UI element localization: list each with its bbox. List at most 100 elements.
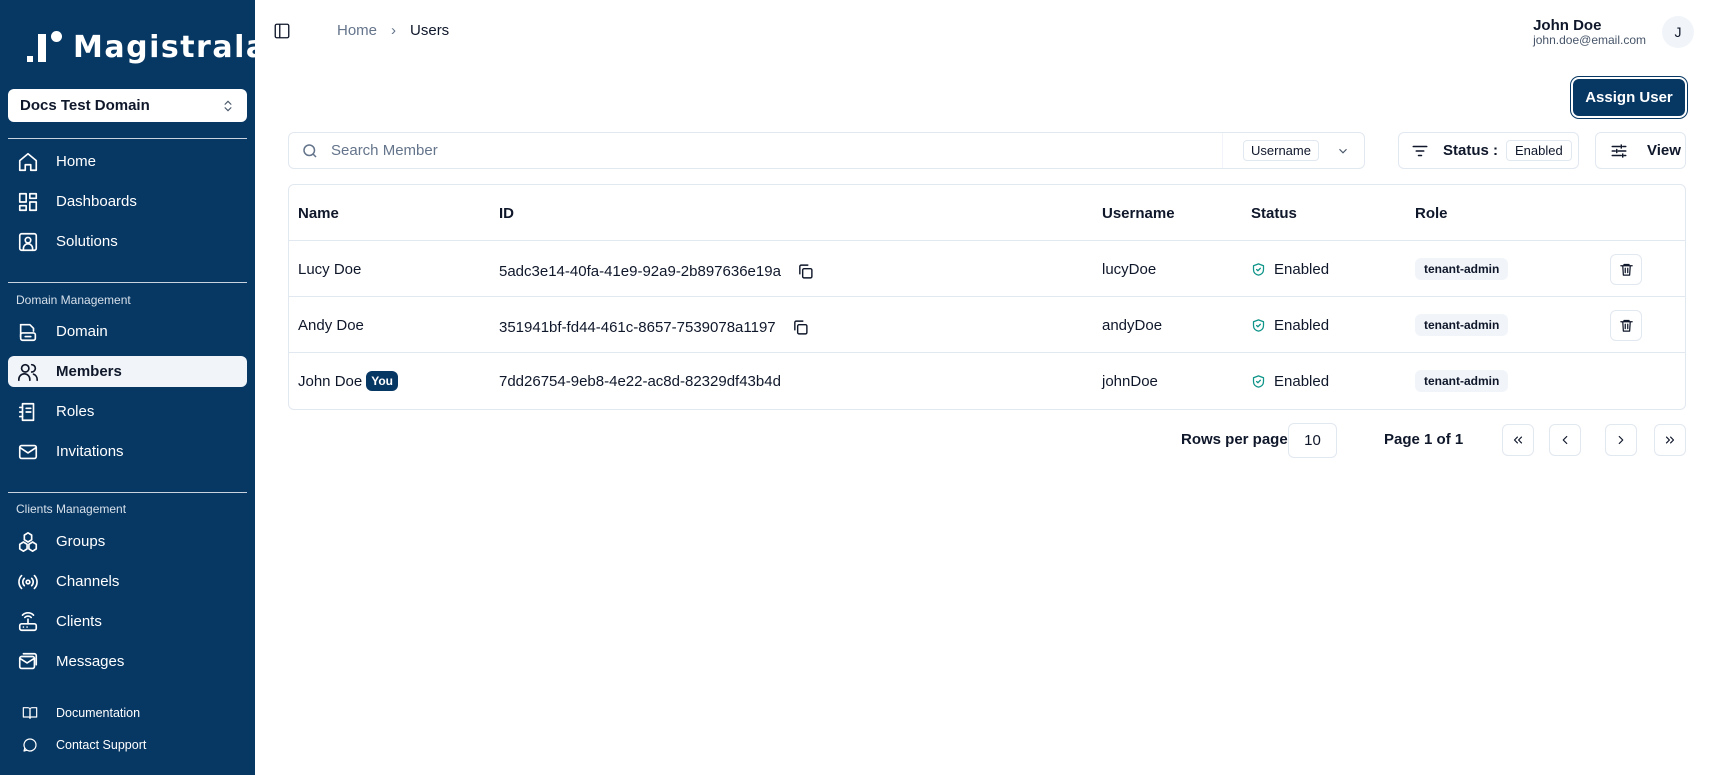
documentation-link[interactable]: Documentation bbox=[22, 705, 140, 721]
copy-icon[interactable] bbox=[797, 263, 814, 280]
sidebar-item-label: Groups bbox=[56, 533, 106, 550]
sidebar-item-clients[interactable]: Clients bbox=[8, 606, 247, 637]
groups-icon bbox=[18, 531, 38, 552]
search-field-select[interactable]: Username bbox=[1222, 133, 1364, 168]
book-icon bbox=[22, 707, 38, 719]
sidebar-divider bbox=[8, 282, 247, 283]
column-header-role[interactable]: Role bbox=[1415, 185, 1448, 241]
sidebar-item-label: Members bbox=[56, 363, 122, 380]
sidebar-item-domain[interactable]: Domain bbox=[8, 316, 247, 347]
rows-per-page-select[interactable]: 10 bbox=[1288, 423, 1337, 458]
page-indicator: Page 1 of 1 bbox=[1384, 431, 1464, 448]
sidebar-item-roles[interactable]: Roles bbox=[8, 396, 247, 427]
trash-icon bbox=[1619, 319, 1633, 332]
sidebar-item-label: Clients bbox=[56, 613, 102, 630]
sidebar-item-channels[interactable]: Channels bbox=[8, 566, 247, 597]
mail-icon bbox=[18, 444, 38, 459]
sidebar-item-label: Domain bbox=[56, 323, 108, 340]
status-text: Enabled bbox=[1274, 372, 1330, 390]
member-username: andyDoe bbox=[1102, 316, 1163, 334]
breadcrumb-separator-icon: › bbox=[391, 22, 397, 39]
table-row[interactable]: Andy Doe 351941bf-fd44-461c-8657-7539078… bbox=[289, 297, 1685, 353]
sidebar-divider bbox=[8, 138, 247, 139]
sidebar-item-groups[interactable]: Groups bbox=[8, 526, 247, 557]
shield-check-icon bbox=[1252, 318, 1265, 332]
sidebar-item-solutions[interactable]: Solutions bbox=[8, 226, 247, 257]
domain-selector-value: Docs Test Domain bbox=[20, 97, 150, 114]
member-name: Andy Doe bbox=[298, 316, 364, 334]
sidebar-toggle-button[interactable] bbox=[273, 22, 291, 40]
breadcrumb: Home › Users bbox=[337, 22, 449, 39]
previous-page-button[interactable] bbox=[1549, 424, 1581, 456]
rows-per-page-label: Rows per page bbox=[1181, 431, 1288, 448]
search-input[interactable] bbox=[331, 142, 1211, 159]
column-header-status[interactable]: Status bbox=[1251, 185, 1297, 241]
member-id: 5adc3e14-40fa-41e9-92a9-2b897636e19a bbox=[499, 262, 781, 280]
search-bar: Username bbox=[288, 132, 1365, 169]
member-name: John Doe bbox=[298, 372, 363, 390]
roles-icon bbox=[18, 402, 35, 421]
last-page-button[interactable] bbox=[1654, 424, 1686, 456]
user-menu-info[interactable]: John Doe john.doe@email.com bbox=[1533, 17, 1646, 46]
assign-user-button[interactable]: Assign User bbox=[1573, 79, 1685, 116]
status-filter-value: Enabled bbox=[1506, 140, 1572, 161]
contact-support-link[interactable]: Contact Support bbox=[22, 737, 146, 753]
sidebar-item-messages[interactable]: Messages bbox=[8, 646, 247, 677]
shield-check-icon bbox=[1252, 262, 1265, 276]
solutions-icon bbox=[18, 232, 38, 251]
delete-member-button[interactable] bbox=[1610, 253, 1642, 285]
sidebar-item-members[interactable]: Members bbox=[8, 356, 247, 387]
logo-mark-icon bbox=[27, 30, 67, 64]
first-page-button[interactable] bbox=[1502, 424, 1534, 456]
search-icon bbox=[301, 142, 319, 160]
app-name: Magistrala bbox=[73, 29, 268, 65]
sidebar-item-invitations[interactable]: Invitations bbox=[8, 436, 247, 467]
sidebar-item-label: Messages bbox=[56, 653, 125, 670]
status-badge: Enabled bbox=[1251, 353, 1329, 409]
sidebar-item-label: Dashboards bbox=[56, 193, 137, 210]
chevron-up-down-icon bbox=[224, 100, 232, 111]
dashboard-icon bbox=[18, 192, 38, 211]
user-name: John Doe bbox=[1533, 17, 1602, 34]
avatar[interactable]: J bbox=[1662, 16, 1694, 48]
members-table: Name ID Username Status Role Lucy Doe 5a… bbox=[288, 184, 1686, 410]
status-badge: Enabled bbox=[1251, 241, 1329, 297]
table-row[interactable]: Lucy Doe 5adc3e14-40fa-41e9-92a9-2b89763… bbox=[289, 241, 1685, 297]
status-text: Enabled bbox=[1274, 260, 1330, 278]
domain-selector[interactable]: Docs Test Domain bbox=[8, 89, 247, 122]
table-row[interactable]: John Doe You 7dd26754-9eb8-4e22-ac8d-823… bbox=[289, 353, 1685, 409]
sidebar-item-dashboards[interactable]: Dashboards bbox=[8, 186, 247, 217]
you-badge: You bbox=[366, 371, 398, 391]
app-logo[interactable]: Magistrala bbox=[27, 29, 268, 65]
search-field-value: Username bbox=[1243, 140, 1319, 161]
column-header-id[interactable]: ID bbox=[499, 185, 514, 241]
sidebar-item-home[interactable]: Home bbox=[8, 146, 247, 177]
status-badge: Enabled bbox=[1251, 297, 1329, 353]
chevrons-right-icon bbox=[1665, 436, 1675, 444]
sidebar-item-label: Channels bbox=[56, 573, 120, 590]
view-options-button[interactable]: View bbox=[1595, 132, 1686, 169]
sidebar-divider bbox=[8, 492, 247, 493]
sidebar-item-label: Home bbox=[56, 153, 97, 170]
member-username: johnDoe bbox=[1102, 372, 1158, 390]
role-chip: tenant-admin bbox=[1415, 370, 1509, 392]
members-icon bbox=[18, 363, 38, 381]
copy-icon[interactable] bbox=[792, 319, 809, 336]
chevrons-left-icon bbox=[1513, 436, 1523, 444]
delete-member-button[interactable] bbox=[1610, 309, 1642, 341]
status-filter-button[interactable]: Status : Enabled bbox=[1398, 132, 1579, 169]
status-filter-label: Status : bbox=[1443, 142, 1499, 159]
sidebar: Magistrala Docs Test Domain Home Dashboa… bbox=[0, 0, 266, 775]
breadcrumb-home-link[interactable]: Home bbox=[337, 22, 377, 39]
role-chip: tenant-admin bbox=[1415, 258, 1509, 280]
next-page-button[interactable] bbox=[1605, 424, 1637, 456]
chevron-left-icon bbox=[1562, 435, 1568, 445]
messages-icon bbox=[18, 652, 38, 669]
column-header-name[interactable]: Name bbox=[298, 185, 339, 241]
member-id: 7dd26754-9eb8-4e22-ac8d-82329df43b4d bbox=[499, 372, 781, 390]
member-username: lucyDoe bbox=[1102, 260, 1157, 278]
sidebar-item-label: Solutions bbox=[56, 233, 118, 250]
contact-support-label: Contact Support bbox=[56, 738, 147, 752]
sidebar-item-label: Roles bbox=[56, 403, 95, 420]
column-header-username[interactable]: Username bbox=[1102, 185, 1175, 241]
